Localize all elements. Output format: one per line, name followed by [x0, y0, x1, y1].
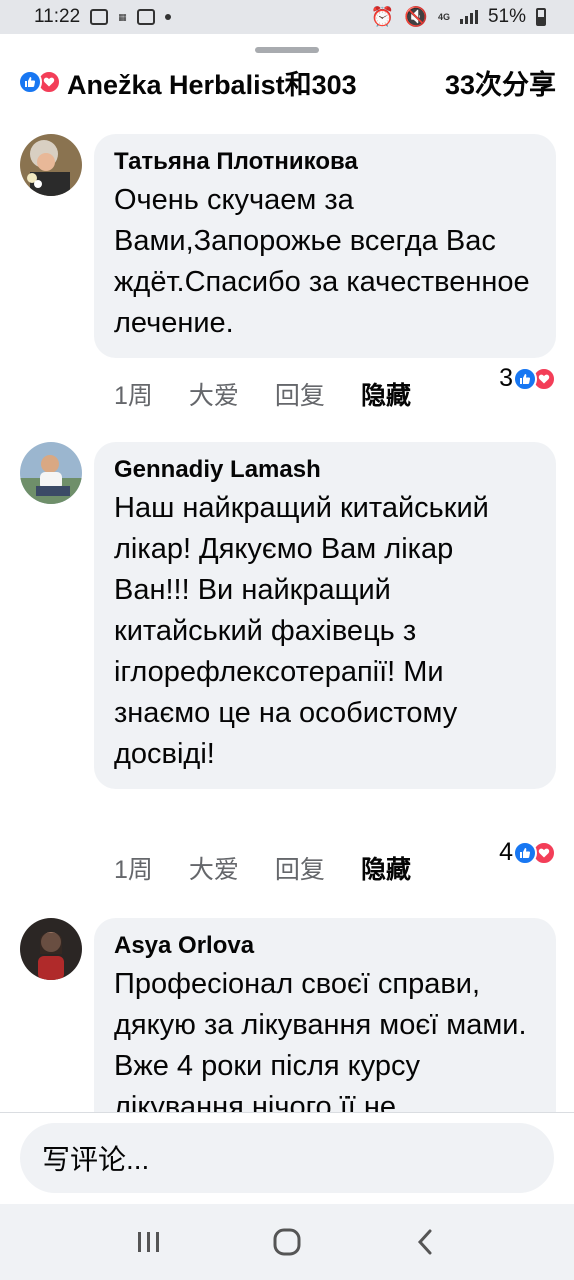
- gallery-icon: [90, 9, 109, 25]
- comment-time[interactable]: 1周: [114, 850, 153, 886]
- youtube-icon: [136, 9, 155, 25]
- comment-bubble[interactable]: Татьяна Плотникова Очень скучаем за Вами…: [94, 134, 556, 358]
- love-button[interactable]: 大爱: [189, 850, 239, 886]
- comment-bubble[interactable]: Asya Orlova Професіонал своєї справи, дя…: [94, 918, 556, 1112]
- comment-text: Очень скучаем за Вами,Запорожье всегда В…: [114, 184, 530, 339]
- recent-apps-icon[interactable]: [119, 1212, 179, 1272]
- temu-icon: ▦: [118, 11, 127, 22]
- comment-author[interactable]: Asya Orlova: [114, 930, 536, 962]
- comment: Asya Orlova Професіонал своєї справи, дя…: [20, 918, 556, 1112]
- network-type: 4G: [437, 11, 450, 22]
- comment-text: Наш найкращий китайський лікар! Дякуємо …: [114, 492, 489, 770]
- avatar[interactable]: [20, 918, 82, 980]
- hide-button[interactable]: 隐藏: [361, 850, 411, 886]
- comment-text: Професіонал своєї справи, дякую за лікув…: [114, 968, 527, 1112]
- reaction-count: 4: [499, 838, 513, 866]
- home-icon[interactable]: [257, 1212, 317, 1272]
- love-button[interactable]: 大爱: [189, 376, 239, 412]
- reactions-header[interactable]: Anežka Herbalist和303 33次分享: [18, 64, 556, 100]
- status-time: 11:22: [34, 6, 81, 27]
- reply-button[interactable]: 回复: [275, 376, 325, 412]
- like-icon: [18, 70, 42, 94]
- shares-count[interactable]: 33次分享: [445, 63, 556, 102]
- reaction-icons: [18, 70, 61, 94]
- reaction-count: 3: [499, 364, 513, 392]
- comment: Татьяна Плотникова Очень скучаем за Вами…: [20, 134, 556, 434]
- avatar[interactable]: [20, 134, 82, 196]
- comment-input[interactable]: 写评论...: [20, 1123, 554, 1193]
- battery-percent: 51%: [487, 6, 526, 27]
- comment-reactions[interactable]: 4: [499, 838, 556, 867]
- back-icon[interactable]: [395, 1212, 455, 1272]
- comment: Gennadiy Lamash Наш найкращий китайський…: [20, 442, 556, 902]
- comment-author[interactable]: Татьяна Плотникова: [114, 146, 536, 178]
- alarm-icon: ⏰: [370, 7, 395, 28]
- reactors-summary[interactable]: Anežka Herbalist和303: [67, 63, 357, 102]
- comment-time[interactable]: 1周: [114, 376, 153, 412]
- status-bar: 11:22 ▦ ⏰ 🔇 4G 51%: [0, 0, 574, 34]
- comment-actions: 1周 大爱 回复 隐藏: [114, 376, 447, 412]
- drag-handle[interactable]: [255, 47, 319, 53]
- like-icon: [513, 840, 537, 865]
- composer-bar: 写评论...: [0, 1112, 574, 1204]
- comment-bubble[interactable]: Gennadiy Lamash Наш найкращий китайський…: [94, 442, 556, 789]
- avatar[interactable]: [20, 442, 82, 504]
- comment-actions: 1周 大爱 回复 隐藏: [114, 850, 447, 886]
- mute-icon: 🔇: [404, 7, 428, 28]
- notification-dot-icon: [164, 14, 171, 20]
- comment-reactions[interactable]: 3: [499, 364, 556, 393]
- system-nav-bar: [0, 1204, 574, 1280]
- signal-icon: [459, 10, 478, 24]
- comment-author[interactable]: Gennadiy Lamash: [114, 454, 536, 486]
- like-icon: [513, 366, 537, 391]
- hide-button[interactable]: 隐藏: [361, 376, 411, 412]
- battery-icon: [536, 8, 546, 26]
- comments-sheet: Anežka Herbalist和303 33次分享 Татьяна Плотн…: [0, 34, 574, 1112]
- reply-button[interactable]: 回复: [275, 850, 325, 886]
